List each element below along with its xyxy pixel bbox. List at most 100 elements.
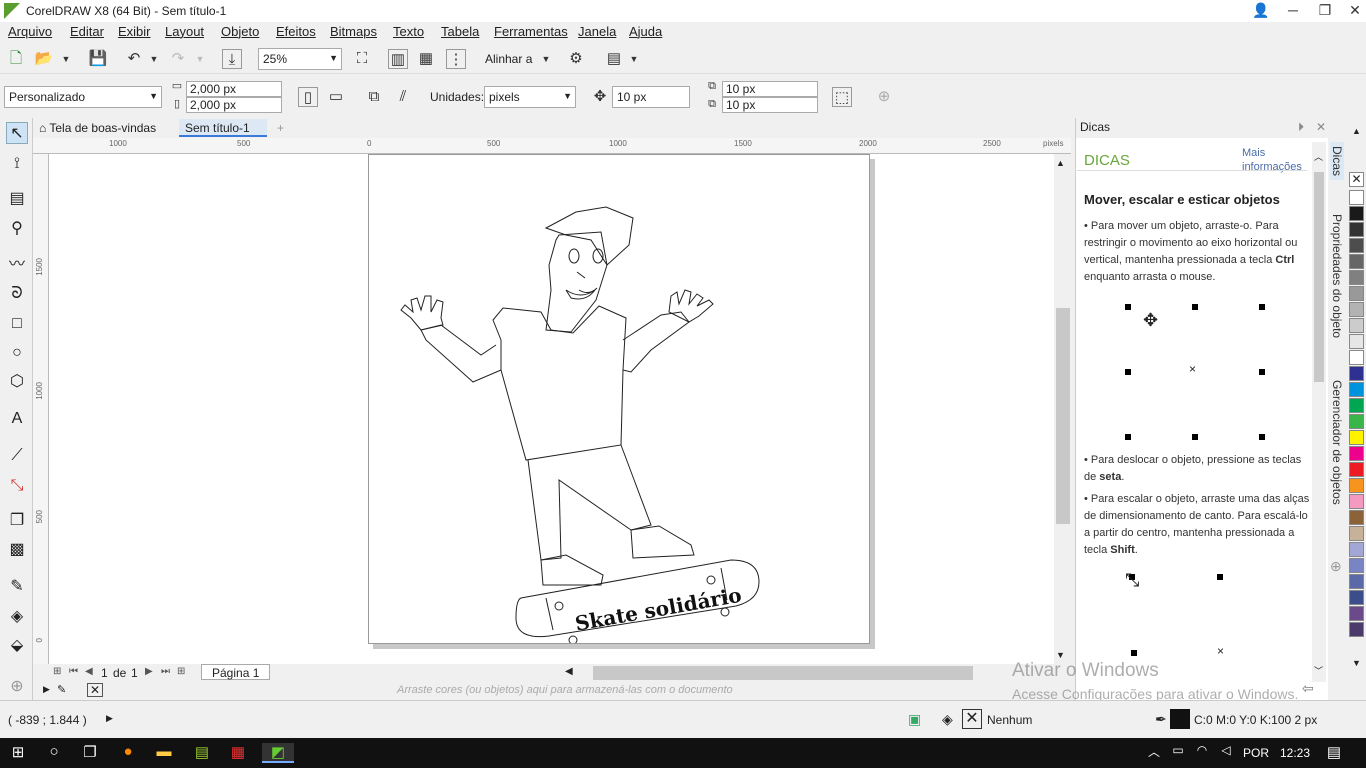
menu-efeitos[interactable]: Efeitos — [276, 24, 316, 39]
color-swatch[interactable] — [1349, 398, 1364, 413]
color-swatch[interactable] — [1349, 526, 1364, 541]
rectangle-tool-icon[interactable]: □ — [6, 313, 28, 335]
interactive-fill-icon[interactable]: ◈ — [6, 606, 28, 628]
menu-objeto[interactable]: Objeto — [221, 24, 259, 39]
color-swatch[interactable] — [1349, 446, 1364, 461]
color-swatch[interactable] — [1349, 318, 1364, 333]
tab-welcome[interactable]: ⌂ Tela de boas-vindas — [33, 119, 179, 137]
docker-scrollbar[interactable]: ︿ ﹀ — [1312, 142, 1326, 682]
add-page-after-icon[interactable]: ⊞ — [177, 666, 185, 677]
color-swatch[interactable] — [1349, 430, 1364, 445]
no-color-swatch-icon[interactable]: ✕ — [87, 683, 103, 697]
redo-icon[interactable]: ↷ — [168, 49, 188, 69]
page-width-field[interactable]: 2,000 px — [186, 81, 282, 97]
menu-editar[interactable]: Editar — [70, 24, 104, 39]
scroll-left-icon[interactable]: ◀ — [565, 666, 573, 677]
color-swatch[interactable] — [1349, 622, 1364, 637]
zoom-level-select[interactable]: 25% ▼ — [258, 48, 342, 70]
eyedropper-icon[interactable]: ✎ — [6, 576, 28, 598]
next-page-icon[interactable]: ▶ — [145, 666, 153, 677]
app-icon[interactable]: ▦ — [226, 743, 250, 763]
menu-arquivo[interactable]: Arquivo — [8, 24, 52, 39]
customize-add-icon[interactable]: ⊕ — [6, 676, 28, 698]
shape-tool-icon[interactable]: ⟟ — [6, 153, 28, 175]
color-swatch[interactable] — [1349, 334, 1364, 349]
align-to-label[interactable]: Alinhar a — [485, 52, 532, 66]
page-1-tab[interactable]: Página 1 — [201, 664, 271, 680]
clock[interactable]: 12:23 — [1280, 746, 1310, 760]
new-document-icon[interactable]: 🗋 — [6, 49, 26, 69]
color-swatch[interactable] — [1349, 302, 1364, 317]
page-height-field[interactable]: 2,000 px — [186, 97, 282, 113]
landscape-icon[interactable]: ▭ — [326, 87, 346, 107]
show-grid-icon[interactable]: ▦ — [416, 49, 436, 69]
color-swatch[interactable] — [1349, 590, 1364, 605]
vertical-scroll-thumb[interactable] — [1056, 308, 1070, 524]
color-swatch[interactable] — [1349, 254, 1364, 269]
docker-scroll-thumb[interactable] — [1314, 172, 1324, 382]
pick-tool-icon[interactable]: ↖ — [6, 122, 28, 144]
show-hidden-icons[interactable]: ︿ — [1142, 743, 1166, 763]
menu-ferramentas[interactable]: Ferramentas — [494, 24, 568, 39]
back-arrow-icon[interactable]: ⇦ — [1302, 680, 1314, 697]
horizontal-ruler[interactable]: 1000 500 0 500 1000 1500 2000 2500 pixel… — [33, 138, 1071, 154]
color-swatch[interactable] — [1349, 478, 1364, 493]
color-swatch[interactable] — [1349, 238, 1364, 253]
docker-scroll-down-icon[interactable]: ﹀ — [1314, 664, 1323, 677]
horizontal-scroll-thumb[interactable] — [593, 666, 973, 680]
all-pages-icon[interactable]: ⧉ — [364, 87, 384, 107]
side-tab-object-manager[interactable]: Gerenciador de objetos — [1330, 380, 1344, 505]
artistic-media-icon[interactable]: ᘐ — [6, 283, 28, 305]
app-launcher-icon[interactable]: ▤ — [604, 49, 624, 69]
file-explorer-icon[interactable]: ▬ — [152, 743, 176, 763]
windows-start-icon[interactable]: ⊞ — [6, 743, 30, 763]
skater-illustration[interactable]: Skate solidário — [369, 155, 869, 643]
nudge-distance-field[interactable]: 10 px — [612, 86, 690, 108]
color-swatch[interactable] — [1349, 558, 1364, 573]
crop-tool-icon[interactable]: ▤ — [6, 188, 28, 210]
color-swatch[interactable] — [1349, 382, 1364, 397]
undo-icon[interactable]: ↶ — [124, 49, 144, 69]
options-gear-icon[interactable]: ⚙ — [566, 49, 586, 69]
color-profile-icon[interactable]: ▣ — [908, 711, 921, 728]
side-tab-hints[interactable]: Dicas — [1330, 142, 1344, 181]
palette-scroll-up-icon[interactable]: ▲ — [1352, 126, 1361, 136]
show-rulers-icon[interactable]: ▥ — [388, 49, 408, 69]
new-tab-icon[interactable]: + — [271, 119, 290, 137]
color-eyedropper-icon[interactable]: ✎ — [57, 683, 66, 696]
task-view-icon[interactable]: ❐ — [78, 743, 102, 763]
vertical-scrollbar[interactable]: ▲ ▼ — [1054, 154, 1070, 664]
menu-bitmaps[interactable]: Bitmaps — [330, 24, 377, 39]
minimize-button[interactable]: ─ — [1278, 0, 1308, 22]
first-page-icon[interactable]: ⏮ — [69, 666, 78, 677]
document-palette[interactable]: ▶ ✎ ✕ Arraste cores (ou objetos) aqui pa… — [33, 682, 1073, 700]
color-swatch[interactable] — [1349, 190, 1364, 205]
color-swatch[interactable] — [1349, 222, 1364, 237]
open-dropdown-icon[interactable]: ▼ — [56, 49, 76, 69]
add-docker-icon[interactable]: ⊕ — [1330, 558, 1342, 575]
status-expand-icon[interactable]: ▶ — [106, 713, 113, 724]
color-swatch[interactable] — [1349, 366, 1364, 381]
restore-button[interactable]: ❐ — [1310, 0, 1340, 22]
previous-page-icon[interactable]: ◀ — [85, 666, 93, 677]
page-preset-select[interactable]: Personalizado ▼ — [4, 86, 162, 108]
connector-tool-icon[interactable]: ⤡ — [6, 475, 28, 497]
save-icon[interactable]: 💾 — [88, 49, 108, 69]
color-swatch[interactable] — [1349, 542, 1364, 557]
scroll-up-icon[interactable]: ▲ — [1056, 158, 1065, 168]
full-screen-icon[interactable]: ⛶ — [352, 49, 372, 69]
color-swatch[interactable] — [1349, 574, 1364, 589]
notepad-icon[interactable]: ▤ — [190, 743, 214, 763]
color-swatch[interactable] — [1349, 494, 1364, 509]
import-icon[interactable]: ⤓ — [222, 49, 242, 69]
menu-texto[interactable]: Texto — [393, 24, 424, 39]
docker-collapse-icon[interactable]: ⏵ — [1298, 120, 1304, 135]
coreldraw-taskbar-icon[interactable]: ◩ — [262, 743, 294, 763]
launcher-dropdown-icon[interactable]: ▼ — [624, 49, 644, 69]
last-page-icon[interactable]: ⏭ — [161, 666, 170, 677]
notifications-icon[interactable]: ▤ — [1322, 743, 1346, 763]
undo-dropdown-icon[interactable]: ▼ — [144, 49, 164, 69]
palette-scroll-down-icon[interactable]: ▼ — [1352, 658, 1361, 668]
text-tool-icon[interactable]: A — [6, 408, 28, 430]
parallel-dimension-icon[interactable]: ⟋ — [6, 445, 28, 467]
